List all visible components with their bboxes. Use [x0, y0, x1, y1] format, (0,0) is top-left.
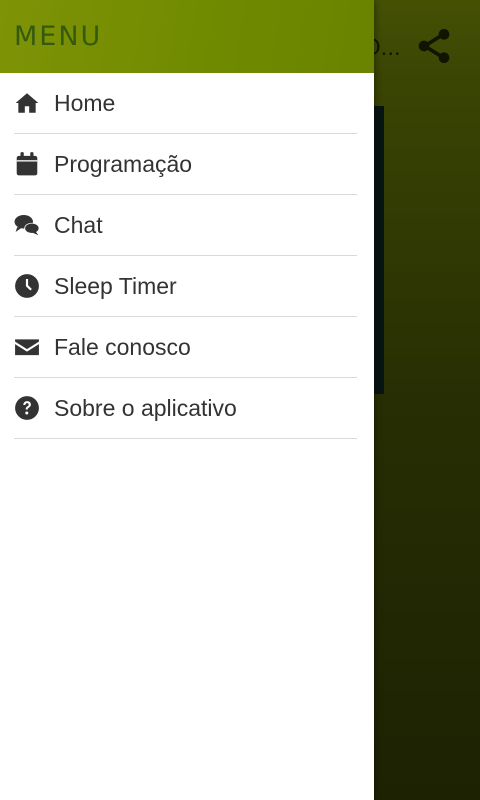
menu-item-label: Chat	[54, 211, 103, 238]
menu-item-label: Sobre o aplicativo	[54, 394, 237, 421]
drawer-title: MENU	[14, 21, 103, 52]
calendar-icon	[14, 150, 42, 178]
menu-item-label: Programação	[54, 150, 193, 177]
menu-item-sobre[interactable]: Sobre o aplicativo	[14, 378, 357, 439]
home-icon	[14, 89, 42, 117]
menu-item-fale-conosco[interactable]: Fale conosco	[14, 317, 357, 378]
menu-item-chat[interactable]: Chat	[14, 195, 357, 256]
menu-item-home[interactable]: Home	[14, 73, 357, 134]
drawer-header: MENU	[0, 0, 374, 73]
navigation-drawer: MENU Home Programação Chat Sleep Timer F…	[0, 0, 374, 800]
menu-item-label: Sleep Timer	[54, 272, 177, 299]
menu-list: Home Programação Chat Sleep Timer Fale c…	[0, 73, 374, 439]
menu-item-label: Home	[54, 89, 116, 116]
envelope-icon	[14, 333, 42, 361]
clock-icon	[14, 272, 42, 300]
menu-item-sleep-timer[interactable]: Sleep Timer	[14, 256, 357, 317]
menu-item-label: Fale conosco	[54, 333, 191, 360]
question-circle-icon	[14, 394, 42, 422]
menu-item-programacao[interactable]: Programação	[14, 134, 357, 195]
chat-icon	[14, 211, 42, 239]
